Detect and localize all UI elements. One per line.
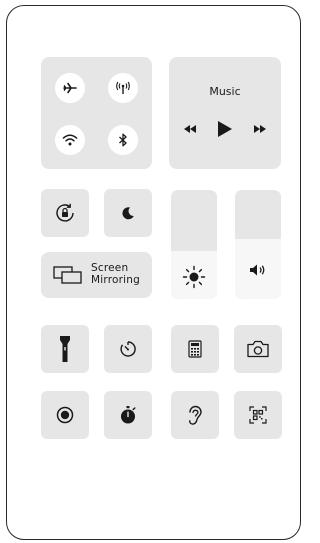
screen-mirroring-label-line2: Mirroring bbox=[91, 274, 140, 286]
stopwatch-button[interactable] bbox=[104, 391, 152, 439]
cellular-data-toggle[interactable] bbox=[108, 73, 138, 103]
calculator-icon bbox=[188, 340, 202, 358]
screen-mirroring-label: Screen Mirroring bbox=[91, 262, 140, 286]
calculator-button[interactable] bbox=[171, 325, 219, 373]
qr-code-scanner-button[interactable] bbox=[234, 391, 282, 439]
screen-recording-button[interactable] bbox=[41, 391, 89, 439]
rewind-icon bbox=[184, 125, 196, 133]
bluetooth-toggle[interactable] bbox=[108, 125, 138, 155]
wifi-toggle[interactable] bbox=[55, 125, 85, 155]
stopwatch-icon bbox=[121, 406, 136, 424]
do-not-disturb-button[interactable] bbox=[104, 189, 152, 237]
camera-button[interactable] bbox=[234, 325, 282, 373]
wifi-icon bbox=[62, 134, 78, 146]
play-icon bbox=[218, 121, 232, 137]
play-button[interactable] bbox=[213, 117, 237, 141]
control-center-panel: Music Screen Mirroring bbox=[6, 5, 301, 540]
camera-icon bbox=[247, 340, 269, 358]
screen-mirroring-icon bbox=[53, 266, 82, 284]
timer-button[interactable] bbox=[104, 325, 152, 373]
rewind-button[interactable] bbox=[179, 121, 201, 137]
qr-code-icon bbox=[249, 406, 267, 424]
rotation-lock-button[interactable] bbox=[41, 189, 89, 237]
timer-icon bbox=[120, 341, 136, 357]
moon-icon bbox=[122, 207, 134, 220]
brightness-slider[interactable] bbox=[171, 190, 217, 299]
cellular-antenna-icon bbox=[116, 81, 130, 94]
airplane-mode-toggle[interactable] bbox=[55, 73, 85, 103]
speaker-icon bbox=[250, 264, 265, 276]
music-title: Music bbox=[209, 85, 241, 98]
airplane-icon bbox=[63, 82, 77, 94]
screen-mirroring-button[interactable]: Screen Mirroring bbox=[41, 252, 152, 298]
volume-slider[interactable] bbox=[235, 190, 281, 299]
connectivity-block bbox=[41, 57, 152, 169]
fast-forward-button[interactable] bbox=[249, 121, 271, 137]
rotation-lock-icon bbox=[56, 203, 74, 222]
hearing-button[interactable] bbox=[171, 391, 219, 439]
record-icon bbox=[56, 406, 74, 424]
flashlight-button[interactable] bbox=[41, 325, 89, 373]
music-player[interactable]: Music bbox=[169, 57, 281, 169]
screen-mirroring-label-line1: Screen bbox=[91, 262, 129, 274]
ear-icon bbox=[189, 405, 202, 425]
fast-forward-icon bbox=[254, 125, 266, 133]
brightness-sun-icon bbox=[182, 265, 206, 289]
bluetooth-icon bbox=[119, 133, 127, 147]
flashlight-icon bbox=[60, 336, 70, 362]
